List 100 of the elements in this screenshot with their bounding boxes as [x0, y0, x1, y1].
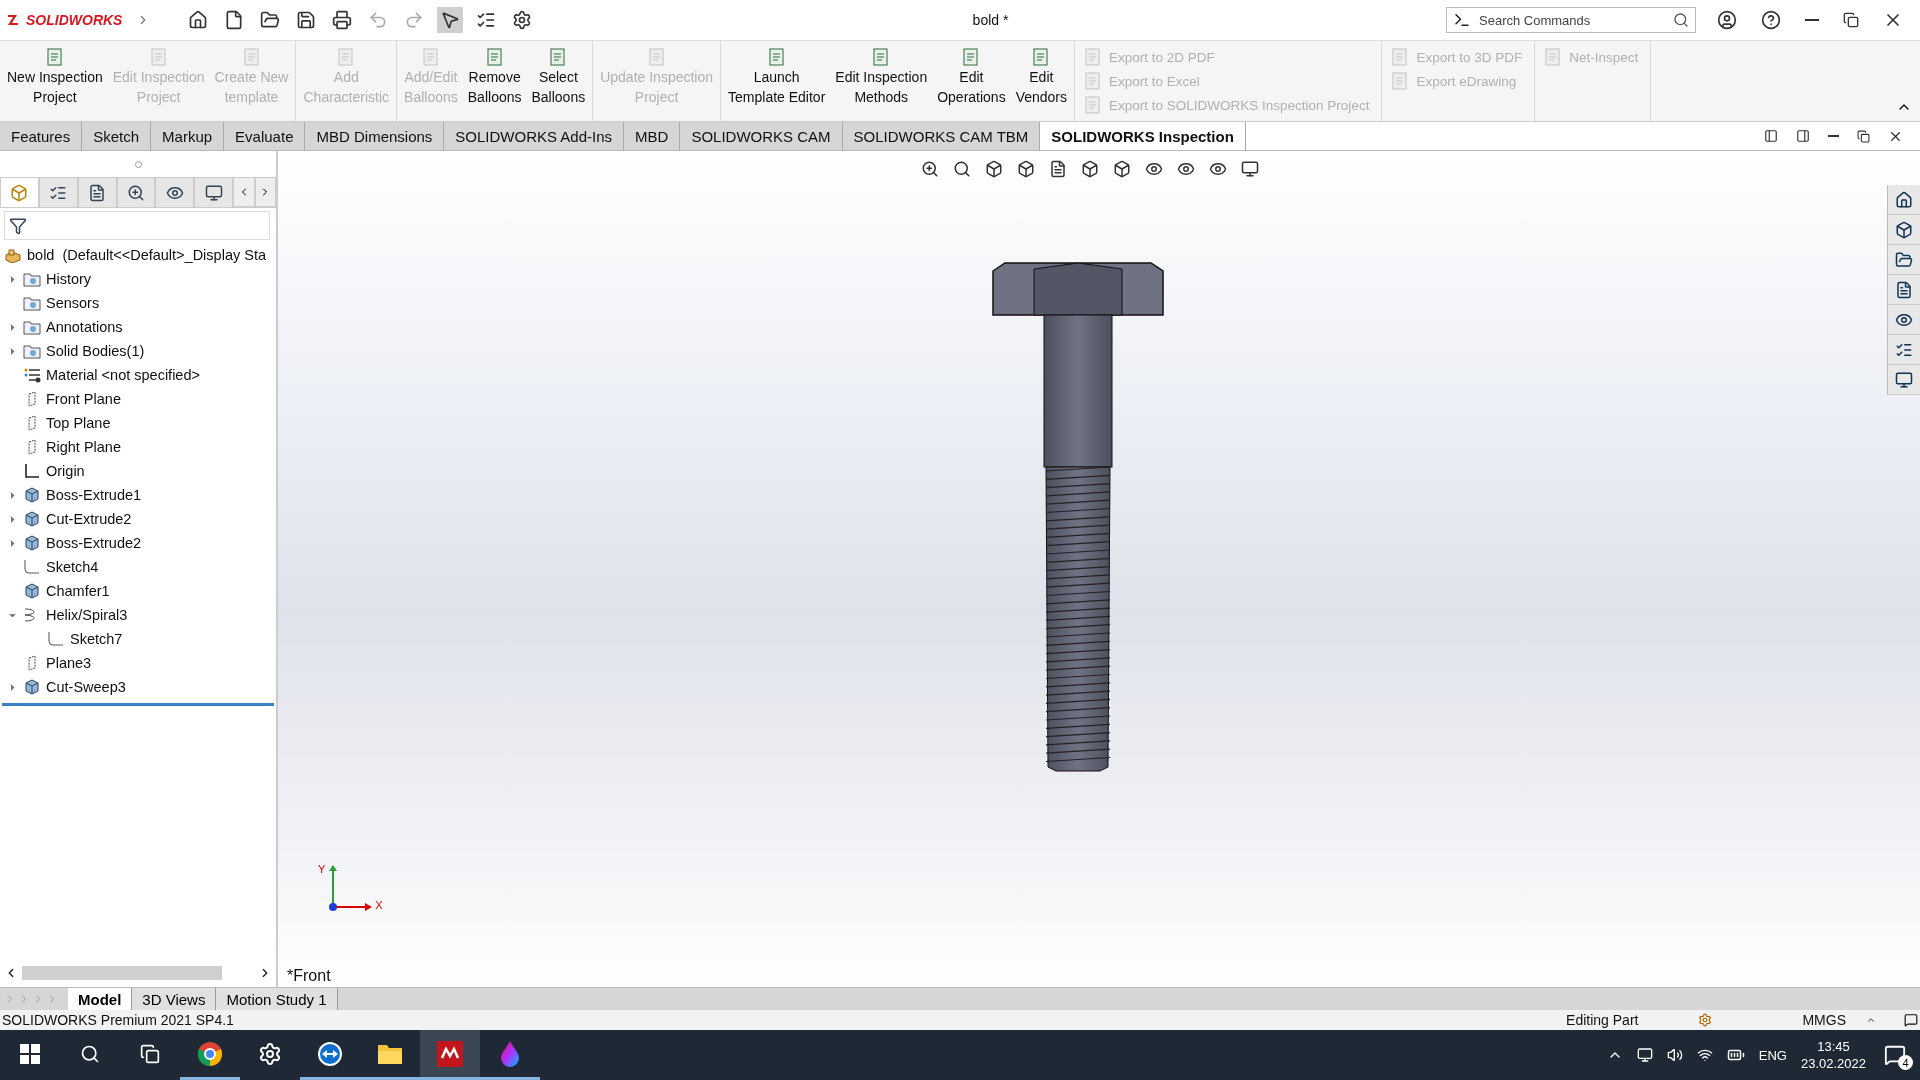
ribbon-button[interactable]: Remove Balloons — [462, 45, 527, 121]
tree-item[interactable]: Solid Bodies(1) — [46, 343, 145, 359]
status-text: SOLIDWORKS Premium 2021 SP4.1 — [2, 1012, 234, 1028]
status-text: Editing Part — [1566, 1012, 1639, 1028]
logo-text: SOLIDWORKS — [26, 12, 123, 28]
folder-icon — [377, 1042, 403, 1065]
tree-item[interactable]: Top Plane — [46, 415, 111, 431]
minimize-icon — [1828, 135, 1839, 137]
document-icon — [646, 47, 667, 67]
tree-item[interactable]: Boss-Extrude1 — [46, 487, 142, 503]
user-icon — [1717, 10, 1737, 30]
help-icon — [1761, 10, 1781, 30]
redo-icon — [404, 10, 424, 30]
model-tab[interactable]: Model — [68, 988, 133, 1010]
minimize-button[interactable] — [1802, 16, 1822, 24]
checklist-icon — [476, 10, 496, 30]
tree-item[interactable]: Cut-Extrude2 — [46, 511, 132, 527]
caret-icon — [1866, 1015, 1876, 1025]
units-text[interactable]: MMGS — [1802, 1012, 1846, 1028]
ribbon-button[interactable]: Edit Operations — [932, 45, 1011, 121]
ribbon-button[interactable]: Launch Template Editor — [723, 45, 831, 121]
tree-item[interactable]: Right Plane — [46, 439, 121, 455]
folder-icon — [23, 319, 41, 335]
panel-right-icon — [1796, 129, 1810, 143]
filter-field[interactable] — [4, 211, 270, 240]
search-icon — [953, 160, 971, 178]
ribbon-button[interactable]: Edit Inspection Methods — [830, 45, 933, 121]
cube-icon — [23, 679, 41, 695]
notification-badge: 4 — [1898, 1055, 1913, 1070]
cube-icon — [1895, 220, 1913, 239]
settings-icon — [258, 1041, 282, 1066]
cube-icon — [10, 183, 29, 202]
document-icon — [148, 47, 169, 67]
document-icon — [1049, 160, 1067, 178]
cube-icon — [23, 583, 41, 599]
terminal-icon — [1453, 11, 1471, 29]
eye-icon — [1209, 160, 1227, 178]
minimize-button[interactable] — [1825, 132, 1842, 140]
model-tab[interactable]: Motion Study 1 — [216, 988, 338, 1010]
folder-icon — [23, 271, 41, 287]
undo-icon — [368, 10, 388, 30]
clock[interactable]: 13:45 23.02.2022 — [1800, 1038, 1866, 1072]
sketch-icon — [23, 559, 41, 575]
panel-tab[interactable] — [116, 177, 156, 207]
panel-tab[interactable] — [155, 177, 195, 207]
cube-icon — [985, 160, 1003, 178]
ribbon-button[interactable]: Select Balloons — [526, 45, 591, 121]
tree-item[interactable]: Plane3 — [46, 655, 92, 671]
monitor-icon — [1636, 1047, 1653, 1063]
tree-item[interactable]: Sketch4 — [46, 559, 99, 575]
cube-icon — [23, 511, 41, 527]
model-tab[interactable]: 3D Views — [132, 988, 217, 1010]
axis-label: Y — [318, 863, 326, 875]
tree-item[interactable]: Cut-Sweep3 — [46, 679, 126, 695]
tree-item[interactable]: Annotations — [46, 319, 123, 335]
tree-root[interactable]: bold (Default<<Default>_Display Sta — [27, 247, 266, 263]
panel-tab[interactable] — [77, 177, 117, 207]
tree-item[interactable]: Sensors — [46, 295, 100, 311]
select-button[interactable] — [437, 7, 463, 33]
part-icon — [4, 247, 22, 263]
document-icon — [44, 47, 65, 67]
panel-tab[interactable] — [38, 177, 78, 207]
tree-item[interactable]: Sketch7 — [70, 631, 123, 647]
document-icon — [88, 183, 107, 202]
tree-item[interactable]: Chamfer1 — [46, 583, 110, 599]
tree-item[interactable]: Boss-Extrude2 — [46, 535, 142, 551]
taskbar-app-button[interactable] — [420, 1030, 480, 1080]
home-icon — [188, 10, 208, 30]
tree-item[interactable]: Origin — [46, 463, 85, 479]
new-icon — [224, 10, 244, 30]
tree-item[interactable]: Front Plane — [46, 391, 121, 407]
tree-item[interactable]: History — [46, 271, 92, 287]
folder-icon — [1895, 250, 1913, 269]
document-icon — [766, 47, 787, 67]
select-icon — [440, 10, 460, 30]
save-icon — [296, 10, 316, 30]
minimize-icon — [1805, 19, 1819, 21]
tree-item[interactable]: Helix/Spiral3 — [46, 607, 128, 623]
ribbon-button[interactable]: Edit Vendors — [1010, 45, 1073, 121]
document-icon — [1895, 280, 1913, 299]
arrows-circle-icon — [317, 1040, 343, 1067]
language-indicator[interactable]: ENG — [1758, 1047, 1787, 1063]
panel-tab[interactable] — [194, 177, 234, 207]
eye-icon — [1177, 160, 1195, 178]
windows-icon — [20, 1043, 40, 1064]
cube-icon — [1017, 160, 1035, 178]
panel-left-icon — [1764, 129, 1778, 143]
search-box[interactable]: Search Commands — [1446, 7, 1696, 33]
folder-icon — [23, 295, 41, 311]
scrollbar-thumb[interactable] — [22, 966, 222, 980]
message-icon — [1904, 1013, 1918, 1027]
monitor-icon — [204, 183, 223, 202]
ribbon-tab[interactable]: SOLIDWORKS Inspection — [1040, 122, 1246, 150]
ribbon-button[interactable]: New Inspection Project — [2, 45, 108, 121]
app-logo-icon — [436, 1039, 464, 1068]
window-title: bold * — [971, 12, 1010, 28]
tree-item[interactable]: Material <not specified> — [46, 367, 200, 383]
zoom-icon — [921, 160, 939, 178]
browser-icon — [197, 1040, 223, 1067]
restore-icon — [1857, 129, 1870, 143]
